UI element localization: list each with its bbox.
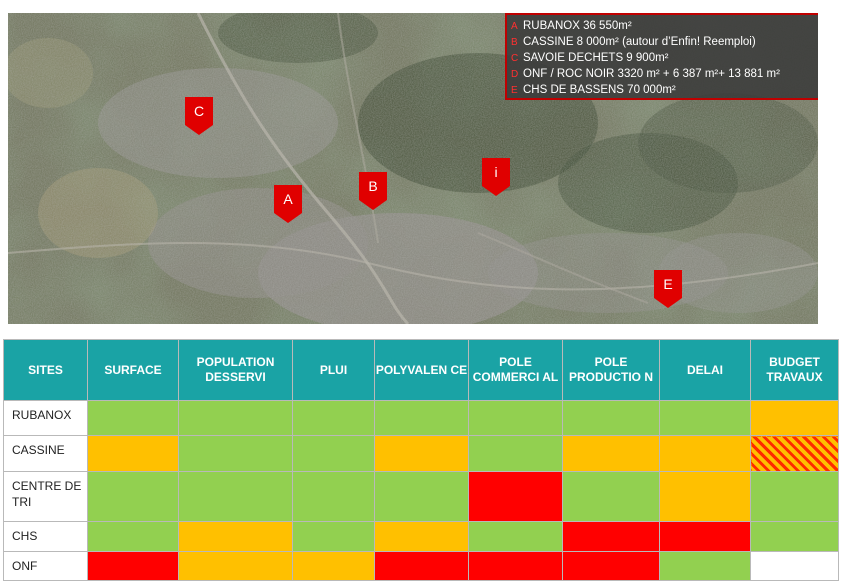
legend-key: C [511,52,519,64]
rating-cell-orange [659,471,751,522]
marker-label: E [663,276,673,292]
rating-cell-orange [562,435,660,472]
column-header-pole-production: POLE PRODUCTIO N [562,339,660,401]
rating-cell-green [468,521,563,552]
rating-cell-green [562,400,660,436]
rating-cell-green [562,471,660,522]
table-body: RUBANOX CASSINE CENTRE DE TRI CHS ONF [3,400,839,581]
rating-cell-green [87,400,179,436]
legend-item: C SAVOIE DECHETS 9 900m² [511,50,818,66]
legend-item: B CASSINE 8 000m² (autour d’Enfin! Reemp… [511,34,818,50]
table-row: ONF [3,551,839,581]
rating-cell-hatched [750,435,839,472]
rating-cell-green [292,435,375,472]
map-marker-e[interactable]: E [654,270,682,308]
legend-key: D [511,68,519,80]
rating-cell-orange [374,435,469,472]
rating-cell-green [750,471,839,522]
rating-cell-orange [178,551,293,581]
rating-cell-red [562,521,660,552]
site-name-cell: CHS [3,521,88,552]
column-header-surface: SURFACE [87,339,179,401]
rating-cell-green [374,471,469,522]
legend-key: E [511,84,518,96]
legend-text: CASSINE 8 000m² (autour d’Enfin! Reemplo… [523,36,756,48]
table-row: CENTRE DE TRI [3,471,839,522]
site-name-cell: ONF [3,551,88,581]
rating-cell-green [468,400,563,436]
rating-cell-red [374,551,469,581]
rating-cell-red [468,471,563,522]
table-row: RUBANOX [3,400,839,436]
rating-cell-red [659,521,751,552]
legend-item: E CHS DE BASSENS 70 000m² [511,82,818,98]
rating-cell-green [292,471,375,522]
rating-cell-green [178,435,293,472]
legend-key: B [511,36,518,48]
rating-cell-orange [750,400,839,436]
rating-cell-green [468,435,563,472]
rating-cell-green [292,400,375,436]
marker-label: B [368,178,378,194]
site-name-cell: RUBANOX [3,400,88,436]
rating-cell-green [659,551,751,581]
rating-cell-red [562,551,660,581]
table-header-row: SITES SURFACE POPULATION DESSERVI PLUI P… [3,339,839,401]
rating-cell-red [87,551,179,581]
map-marker-a[interactable]: A [274,185,302,223]
column-header-polyvalence: POLYVALEN CE [374,339,469,401]
legend-item: D ONF / ROC NOIR 3320 m² + 6 387 m²+ 13 … [511,66,818,82]
rating-cell-white [750,551,839,581]
table-row: CHS [3,521,839,552]
column-header-population: POPULATION DESSERVI [178,339,293,401]
legend-text: ONF / ROC NOIR 3320 m² + 6 387 m²+ 13 88… [523,68,780,80]
rating-cell-red [468,551,563,581]
map-marker-b[interactable]: B [359,172,387,210]
legend-key: A [511,20,518,32]
column-header-delai: DELAI [659,339,751,401]
rating-cell-green [750,521,839,552]
rating-cell-orange [374,521,469,552]
rating-cell-green [87,521,179,552]
map-marker-i[interactable]: i [482,158,510,196]
marker-label: A [283,191,293,207]
column-header-budget: BUDGET TRAVAUX [750,339,839,401]
site-comparison-table: SITES SURFACE POPULATION DESSERVI PLUI P… [3,339,839,581]
site-name-cell: CASSINE [3,435,88,472]
rating-cell-orange [659,435,751,472]
rating-cell-green [87,471,179,522]
aerial-map[interactable]: C A B i E A RUBANOX 36 550m² B CASSINE 8… [8,13,818,324]
rating-cell-green [178,400,293,436]
rating-cell-orange [178,521,293,552]
map-marker-c[interactable]: C [185,97,213,135]
map-legend: A RUBANOX 36 550m² B CASSINE 8 000m² (au… [505,13,818,100]
rating-cell-green [659,400,751,436]
legend-text: SAVOIE DECHETS 9 900m² [523,52,669,64]
column-header-plui: PLUI [292,339,375,401]
marker-label: i [494,164,498,180]
legend-item: A RUBANOX 36 550m² [511,18,818,34]
legend-text: CHS DE BASSENS 70 000m² [523,84,676,96]
rating-cell-orange [87,435,179,472]
rating-cell-orange [292,551,375,581]
column-header-pole-commercial: POLE COMMERCI AL [468,339,563,401]
site-name-cell: CENTRE DE TRI [3,471,88,522]
legend-text: RUBANOX 36 550m² [523,20,632,32]
rating-cell-green [374,400,469,436]
table-row: CASSINE [3,435,839,472]
column-header-sites: SITES [3,339,88,401]
rating-cell-green [178,471,293,522]
marker-label: C [193,103,205,119]
rating-cell-green [292,521,375,552]
